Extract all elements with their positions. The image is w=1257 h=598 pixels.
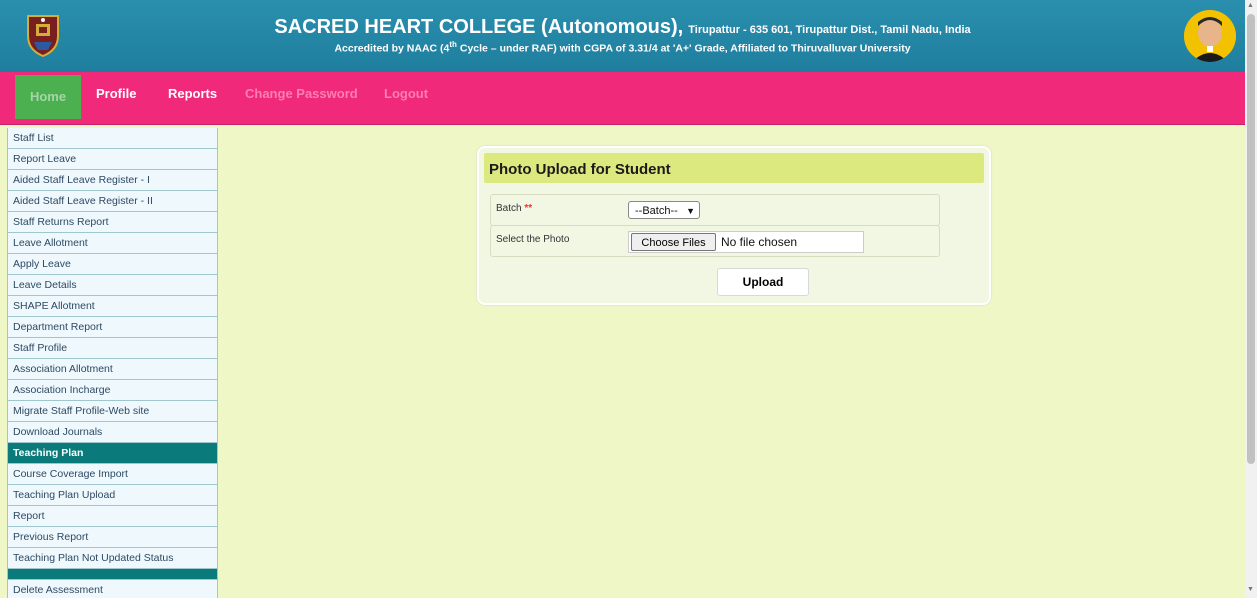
sidebar-item-report[interactable]: Report — [7, 506, 217, 527]
nav-reports[interactable]: Reports — [168, 72, 217, 116]
choose-files-button[interactable]: Choose Files — [631, 233, 716, 251]
sidebar-item-download-journals[interactable]: Download Journals — [7, 422, 217, 443]
scroll-up-icon[interactable]: ▲ — [1247, 2, 1254, 9]
college-accreditation: Accredited by NAAC (4th Cycle – under RA… — [334, 40, 911, 55]
scrollbar-thumb[interactable] — [1247, 14, 1255, 464]
sidebar-heading-teaching-plan: Teaching Plan — [7, 443, 217, 464]
sidebar-divider — [7, 569, 217, 580]
chevron-down-icon: ▼ — [686, 206, 695, 216]
scroll-down-icon[interactable]: ▼ — [1247, 586, 1254, 593]
file-status: No file chosen — [721, 235, 798, 249]
site-header: SACRED HEART COLLEGE (Autonomous), Tirup… — [0, 0, 1245, 72]
form-title: Photo Upload for Student — [484, 153, 984, 183]
sidebar-item-staff-profile[interactable]: Staff Profile — [7, 338, 217, 359]
nav-logout[interactable]: Logout — [384, 72, 428, 116]
sidebar-item-department-report[interactable]: Department Report — [7, 317, 217, 338]
file-input[interactable]: Choose Files No file chosen — [628, 231, 864, 253]
sidebar-item-aided-leave-register-1[interactable]: Aided Staff Leave Register - I — [7, 170, 217, 191]
photo-upload-card: Photo Upload for Student Batch ** --Batc… — [477, 146, 991, 305]
sidebar-item-association-incharge[interactable]: Association Incharge — [7, 380, 217, 401]
nav-home[interactable]: Home — [15, 75, 81, 119]
sidebar-item-aided-leave-register-2[interactable]: Aided Staff Leave Register - II — [7, 191, 217, 212]
sidebar-item-staff-list[interactable]: Staff List — [7, 128, 217, 149]
batch-select[interactable]: --Batch-- ▼ — [628, 201, 700, 219]
sidebar-item-leave-allotment[interactable]: Leave Allotment — [7, 233, 217, 254]
nav-change-password[interactable]: Change Password — [245, 72, 358, 116]
batch-row: Batch ** --Batch-- ▼ — [490, 194, 940, 226]
sidebar: Staff List Report Leave Aided Staff Leav… — [7, 128, 218, 598]
sidebar-item-delete-assessment[interactable]: Delete Assessment — [7, 580, 217, 598]
sidebar-item-leave-details[interactable]: Leave Details — [7, 275, 217, 296]
sidebar-item-staff-returns-report[interactable]: Staff Returns Report — [7, 212, 217, 233]
batch-label: Batch ** — [496, 203, 533, 214]
photo-row: Select the Photo Choose Files No file ch… — [490, 225, 940, 257]
sidebar-item-apply-leave[interactable]: Apply Leave — [7, 254, 217, 275]
photo-label: Select the Photo — [496, 234, 570, 245]
nav-profile[interactable]: Profile — [96, 72, 136, 116]
main-nav: Home Profile Reports Change Password Log… — [0, 72, 1245, 125]
sidebar-item-migrate-staff-profile[interactable]: Migrate Staff Profile-Web site — [7, 401, 217, 422]
sidebar-item-teaching-plan-upload[interactable]: Teaching Plan Upload — [7, 485, 217, 506]
sidebar-item-shape-allotment[interactable]: SHAPE Allotment — [7, 296, 217, 317]
upload-button[interactable]: Upload — [717, 268, 809, 296]
required-mark: ** — [524, 203, 533, 214]
sidebar-item-course-coverage-import[interactable]: Course Coverage Import — [7, 464, 217, 485]
sidebar-item-previous-report[interactable]: Previous Report — [7, 527, 217, 548]
sidebar-item-association-allotment[interactable]: Association Allotment — [7, 359, 217, 380]
college-title: SACRED HEART COLLEGE (Autonomous), Tirup… — [274, 16, 971, 38]
sidebar-item-teaching-plan-not-updated[interactable]: Teaching Plan Not Updated Status — [7, 548, 217, 569]
user-avatar[interactable] — [1184, 10, 1236, 62]
sidebar-item-report-leave[interactable]: Report Leave — [7, 149, 217, 170]
batch-select-value: --Batch-- — [635, 205, 678, 217]
